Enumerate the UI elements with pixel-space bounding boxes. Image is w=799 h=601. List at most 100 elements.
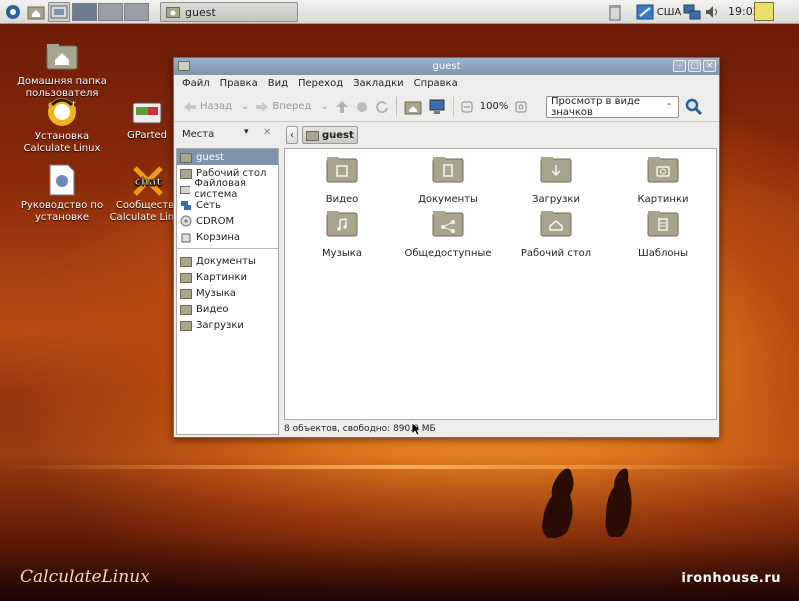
close-button[interactable]: × xyxy=(703,60,716,72)
reload-button[interactable] xyxy=(372,96,392,118)
workspace-1[interactable] xyxy=(72,3,97,21)
trash-applet[interactable] xyxy=(605,3,625,21)
search-button[interactable] xyxy=(685,98,703,119)
reload-icon xyxy=(375,100,388,113)
forward-button[interactable]: Вперед ⌄ xyxy=(252,96,331,118)
close-sidebar-icon[interactable]: ✕ xyxy=(263,127,271,138)
sidebar-header[interactable]: Места ▾ ✕ xyxy=(176,125,278,143)
desktop-icon-install[interactable]: Установка Calculate Linux xyxy=(16,97,108,155)
forward-arrow-icon xyxy=(256,101,269,112)
home-folder-icon xyxy=(404,101,422,114)
desktop-icon-manual-label: Руководство по установке xyxy=(20,200,104,223)
file-item-label: Документы xyxy=(418,194,478,205)
zoom-in-button[interactable] xyxy=(512,96,530,118)
wallpaper-horizon xyxy=(0,465,799,469)
chevron-left-icon: ‹ xyxy=(290,129,294,141)
zoom-out-icon xyxy=(461,101,473,112)
sidebar-item-label: Сеть xyxy=(196,199,221,211)
volume-applet[interactable] xyxy=(704,3,722,21)
speaker-icon xyxy=(706,6,717,18)
workspace-2[interactable] xyxy=(98,3,123,21)
workspace-3[interactable] xyxy=(124,3,149,21)
menu-help[interactable]: Справка xyxy=(414,78,458,89)
sidebar-item-label: Рабочий стол xyxy=(196,167,267,179)
watermark-text: ironhouse.ru xyxy=(681,571,781,586)
main-menu-button[interactable] xyxy=(2,2,24,22)
file-item-downloads[interactable]: Загрузки xyxy=(506,155,606,205)
chevron-down-icon[interactable]: ▾ xyxy=(244,127,249,137)
calendar-icon[interactable] xyxy=(754,2,774,21)
up-arrow-icon xyxy=(335,100,348,113)
menu-go[interactable]: Переход xyxy=(298,78,343,89)
tray-app-button[interactable] xyxy=(635,3,655,21)
window-titlebar[interactable]: guest – □ × xyxy=(174,58,719,75)
network-applet[interactable] xyxy=(682,3,702,21)
harddisk-icon xyxy=(180,185,191,194)
home-button[interactable] xyxy=(401,96,425,118)
desktop-icon-manual[interactable]: Руководство по установке xyxy=(18,164,106,224)
document-icon xyxy=(18,164,106,196)
zoom-in-icon xyxy=(515,101,527,112)
view-mode-select[interactable]: Просмотр в виде значков ⌃ xyxy=(546,96,679,118)
file-manager-window: guest – □ × Файл Правка Вид Переход Закл… xyxy=(173,57,720,438)
view-mode-value: Просмотр в виде значков xyxy=(551,96,641,118)
path-back-button[interactable]: ‹ xyxy=(286,126,298,144)
maximize-button[interactable]: □ xyxy=(688,60,701,72)
window-title: guest xyxy=(432,61,461,72)
sidebar-item-home[interactable]: guest xyxy=(177,149,278,165)
sidebar-item-label: Видео xyxy=(196,303,229,315)
sidebar-item-filesystem[interactable]: Файловая система xyxy=(177,178,278,200)
sidebar-item-music[interactable]: Музыка xyxy=(177,285,278,301)
stop-button[interactable] xyxy=(352,96,372,118)
menu-bookmarks[interactable]: Закладки xyxy=(353,78,404,89)
computer-button[interactable] xyxy=(425,96,449,118)
file-item-desktop[interactable]: Рабочий стол xyxy=(506,209,606,259)
calculate-install-icon xyxy=(16,97,108,127)
file-item-public[interactable]: Общедоступные xyxy=(398,209,498,259)
file-item-label: Общедоступные xyxy=(404,248,492,259)
folder-icon xyxy=(178,61,190,71)
desktop-icon-gparted[interactable]: GParted xyxy=(115,100,179,142)
show-desktop-button[interactable] xyxy=(48,2,70,22)
home-launcher[interactable] xyxy=(25,2,47,22)
file-item-documents[interactable]: Документы xyxy=(398,155,498,205)
file-item-music[interactable]: Музыка xyxy=(292,209,392,259)
home-folder-icon xyxy=(16,40,108,72)
desktop-icon xyxy=(50,5,68,19)
sidebar-item-documents[interactable]: Документы xyxy=(177,253,278,269)
sidebar-item-label: Документы xyxy=(196,255,256,267)
file-item-label: Загрузки xyxy=(532,194,580,205)
menu-view[interactable]: Вид xyxy=(268,78,288,89)
path-bar: ‹ guest xyxy=(286,125,358,145)
music-folder-icon xyxy=(326,211,358,237)
file-item-video[interactable]: Видео xyxy=(292,155,392,205)
sidebar-item-video[interactable]: Видео xyxy=(177,301,278,317)
gparted-icon xyxy=(115,100,179,126)
sidebar-item-label: Корзина xyxy=(196,231,241,243)
minimize-button[interactable]: – xyxy=(673,60,686,72)
desktop-folder-icon xyxy=(540,211,572,237)
menu-file[interactable]: Файл xyxy=(182,78,210,89)
stop-icon xyxy=(356,101,367,112)
sidebar-item-downloads[interactable]: Загрузки xyxy=(177,317,278,333)
file-item-pictures[interactable]: Картинки xyxy=(613,155,713,205)
file-item-label: Музыка xyxy=(322,248,362,259)
taskbar-window-button[interactable]: guest xyxy=(160,2,298,22)
up-button[interactable] xyxy=(332,96,352,118)
back-button[interactable]: Назад ⌄ xyxy=(180,96,252,118)
app-icon xyxy=(636,4,654,20)
sidebar-item-cdrom[interactable]: CDROM xyxy=(177,213,278,229)
svg-text:chat: chat xyxy=(134,175,161,188)
file-item-templates[interactable]: Шаблоны xyxy=(613,209,713,259)
spinner-arrows-icon: ⌃ xyxy=(665,102,673,111)
menu-edit[interactable]: Правка xyxy=(220,78,258,89)
keyboard-layout[interactable]: США xyxy=(657,3,682,21)
path-current-button[interactable]: guest xyxy=(302,126,358,144)
sidebar-item-label: guest xyxy=(196,151,224,163)
sidebar-item-trash[interactable]: Корзина xyxy=(177,229,278,245)
sidebar-item-label: Загрузки xyxy=(196,319,244,331)
sidebar-item-pictures[interactable]: Картинки xyxy=(177,269,278,285)
zoom-out-button[interactable] xyxy=(458,96,476,118)
computer-icon xyxy=(429,99,445,114)
trash-icon xyxy=(181,233,191,243)
